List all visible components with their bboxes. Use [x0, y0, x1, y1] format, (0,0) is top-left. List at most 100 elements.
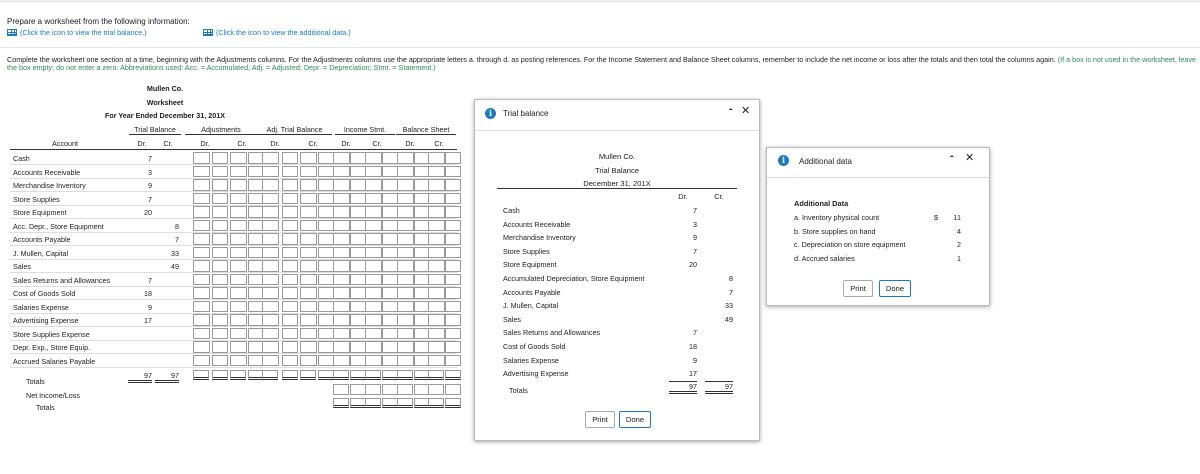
input-cell[interactable]: [300, 354, 317, 366]
input-cell[interactable]: [365, 260, 382, 272]
input-cell[interactable]: [445, 287, 461, 299]
total-cell[interactable]: [212, 370, 228, 380]
input-cell[interactable]: [445, 152, 461, 164]
input-cell[interactable]: [397, 314, 414, 326]
input-cell[interactable]: [318, 206, 334, 218]
input-cell[interactable]: [365, 219, 382, 231]
input-cell[interactable]: [397, 165, 414, 177]
input-cell[interactable]: [262, 165, 279, 177]
final-total-cell[interactable]: [350, 398, 366, 408]
input-cell[interactable]: [230, 287, 247, 299]
input-cell[interactable]: [212, 341, 228, 353]
input-cell[interactable]: [318, 179, 334, 191]
final-total-cell[interactable]: [445, 398, 461, 408]
net-income-cell[interactable]: [365, 384, 381, 395]
input-cell[interactable]: [300, 179, 317, 191]
input-cell[interactable]: [230, 179, 247, 191]
input-cell[interactable]: [193, 152, 210, 164]
final-total-cell[interactable]: [428, 398, 444, 408]
input-cell[interactable]: [282, 179, 298, 191]
total-cell[interactable]: [262, 370, 278, 380]
total-cell[interactable]: [350, 370, 366, 380]
input-cell[interactable]: [230, 300, 247, 312]
input-cell[interactable]: [382, 206, 398, 218]
input-cell[interactable]: [350, 246, 366, 258]
input-cell[interactable]: [350, 179, 366, 191]
input-cell[interactable]: [382, 273, 398, 285]
input-cell[interactable]: [445, 273, 461, 285]
input-cell[interactable]: [445, 192, 461, 204]
input-cell[interactable]: [282, 354, 298, 366]
input-cell[interactable]: [365, 300, 382, 312]
net-income-cell[interactable]: [428, 384, 444, 395]
table-icon[interactable]: [203, 29, 213, 36]
input-cell[interactable]: [193, 219, 210, 231]
input-cell[interactable]: [350, 287, 366, 299]
input-cell[interactable]: [282, 206, 298, 218]
input-cell[interactable]: [428, 354, 445, 366]
total-cell[interactable]: [445, 370, 461, 380]
input-cell[interactable]: [212, 233, 228, 245]
input-cell[interactable]: [365, 192, 382, 204]
input-cell[interactable]: [382, 287, 398, 299]
print-button[interactable]: Print: [585, 411, 615, 428]
input-cell[interactable]: [333, 327, 350, 339]
input-cell[interactable]: [230, 314, 247, 326]
input-cell[interactable]: [445, 233, 461, 245]
input-cell[interactable]: [333, 179, 350, 191]
input-cell[interactable]: [350, 354, 366, 366]
input-cell[interactable]: [445, 341, 461, 353]
input-cell[interactable]: [318, 219, 334, 231]
input-cell[interactable]: [365, 354, 382, 366]
input-cell[interactable]: [318, 246, 334, 258]
input-cell[interactable]: [397, 341, 414, 353]
input-cell[interactable]: [365, 233, 382, 245]
input-cell[interactable]: [300, 327, 317, 339]
input-cell[interactable]: [382, 219, 398, 231]
input-cell[interactable]: [212, 273, 228, 285]
input-cell[interactable]: [282, 219, 298, 231]
input-cell[interactable]: [282, 165, 298, 177]
input-cell[interactable]: [382, 192, 398, 204]
total-cell[interactable]: [193, 370, 209, 380]
input-cell[interactable]: [382, 233, 398, 245]
input-cell[interactable]: [365, 327, 382, 339]
input-cell[interactable]: [382, 246, 398, 258]
table-icon[interactable]: [7, 29, 17, 36]
final-total-cell[interactable]: [365, 398, 381, 408]
input-cell[interactable]: [350, 327, 366, 339]
input-cell[interactable]: [350, 219, 366, 231]
total-cell[interactable]: [318, 370, 334, 380]
input-cell[interactable]: [300, 165, 317, 177]
input-cell[interactable]: [397, 287, 414, 299]
input-cell[interactable]: [193, 327, 210, 339]
input-cell[interactable]: [350, 206, 366, 218]
input-cell[interactable]: [333, 246, 350, 258]
input-cell[interactable]: [230, 165, 247, 177]
input-cell[interactable]: [212, 354, 228, 366]
input-cell[interactable]: [318, 300, 334, 312]
input-cell[interactable]: [445, 314, 461, 326]
input-cell[interactable]: [193, 354, 210, 366]
input-cell[interactable]: [262, 327, 279, 339]
total-cell[interactable]: [428, 370, 444, 380]
input-cell[interactable]: [397, 273, 414, 285]
total-cell[interactable]: [365, 370, 381, 380]
input-cell[interactable]: [193, 314, 210, 326]
input-cell[interactable]: [193, 341, 210, 353]
input-cell[interactable]: [212, 327, 228, 339]
input-cell[interactable]: [428, 327, 445, 339]
input-cell[interactable]: [193, 192, 210, 204]
input-cell[interactable]: [397, 327, 414, 339]
input-cell[interactable]: [445, 354, 461, 366]
input-cell[interactable]: [382, 327, 398, 339]
input-cell[interactable]: [333, 233, 350, 245]
input-cell[interactable]: [382, 260, 398, 272]
input-cell[interactable]: [230, 260, 247, 272]
input-cell[interactable]: [333, 287, 350, 299]
input-cell[interactable]: [318, 273, 334, 285]
trial-balance-link-text[interactable]: (Click the icon to view the trial balanc…: [20, 28, 147, 37]
done-button[interactable]: Done: [879, 280, 911, 297]
net-income-cell[interactable]: [350, 384, 366, 395]
done-button[interactable]: Done: [619, 411, 651, 428]
